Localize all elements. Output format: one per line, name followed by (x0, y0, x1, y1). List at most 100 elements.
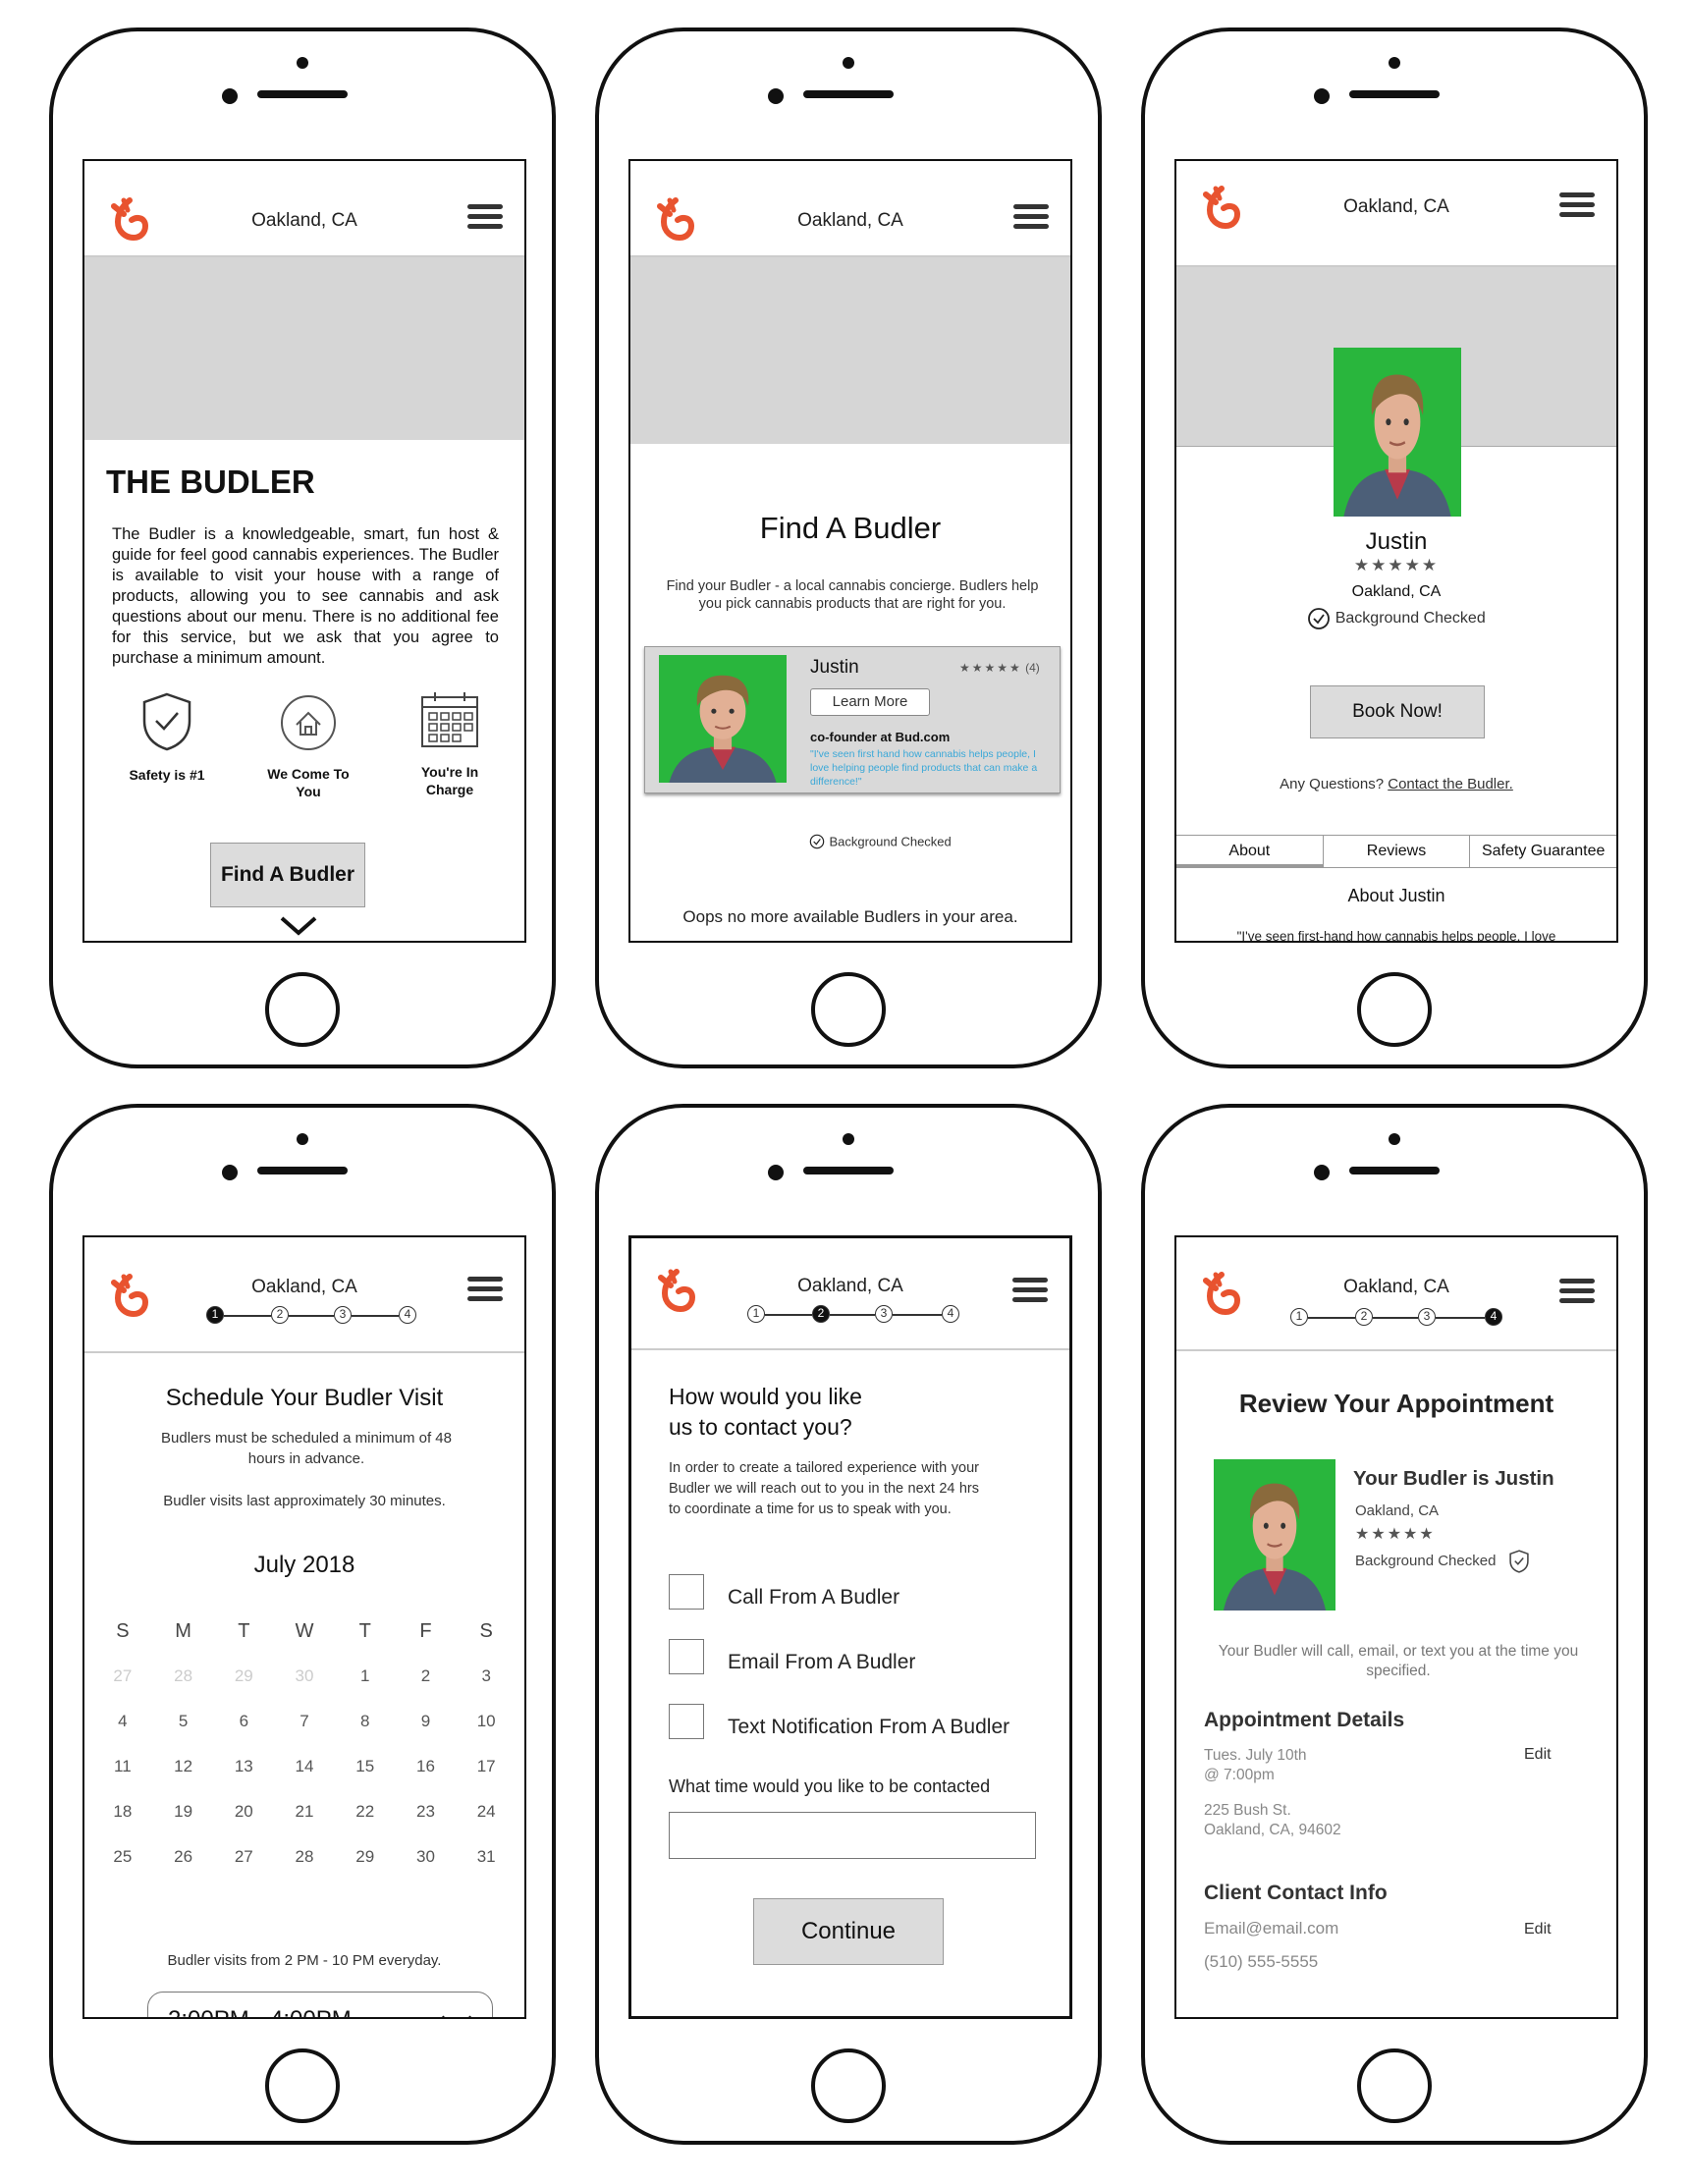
address-line: Oakland, CA, 94602 (1204, 1822, 1341, 1838)
edit-appointment-link[interactable]: Edit (1524, 1746, 1552, 1764)
sensor-dot (1314, 1165, 1330, 1180)
calendar-week: 4 5 6 7 8 9 10 (92, 1699, 517, 1744)
hamburger-menu-icon[interactable] (467, 1277, 503, 1302)
front-camera (1389, 1133, 1400, 1145)
calendar-day[interactable]: 22 (335, 1789, 396, 1834)
email-checkbox[interactable] (669, 1639, 704, 1674)
home-button[interactable] (811, 2048, 886, 2123)
calendar-day[interactable]: 28 (274, 1834, 335, 1880)
calendar-day[interactable]: 18 (92, 1789, 153, 1834)
location-label[interactable]: Oakland, CA (630, 210, 1070, 232)
calendar-day[interactable]: 29 (335, 1834, 396, 1880)
step-4: 4 (942, 1305, 959, 1323)
calendar-day: 29 (234, 1666, 253, 1685)
hamburger-menu-icon[interactable] (1012, 1278, 1048, 1303)
contact-budler-link[interactable]: Contact the Budler. (1388, 776, 1513, 792)
find-budler-button[interactable]: Find A Budler (210, 843, 365, 907)
calendar-day[interactable]: 13 (213, 1744, 274, 1789)
hamburger-menu-icon[interactable] (1013, 204, 1049, 230)
calendar-day[interactable]: 20 (213, 1789, 274, 1834)
weekday-label: F (419, 1620, 432, 1642)
calendar-grid: S M T W T F S 27 28 29 30 1 2 3 4 5 6 7 … (92, 1609, 517, 1880)
background-check-label: Background Checked (1335, 610, 1486, 627)
location-label[interactable]: Oakland, CA (631, 1276, 1069, 1297)
book-now-button[interactable]: Book Now! (1310, 685, 1485, 738)
home-button[interactable] (1357, 2048, 1432, 2123)
location-label[interactable]: Oakland, CA (1176, 1277, 1616, 1298)
calendar-day[interactable]: 16 (396, 1744, 457, 1789)
calendar-day[interactable]: 14 (274, 1744, 335, 1789)
front-camera (843, 57, 854, 69)
calendar-day[interactable]: 4 (92, 1699, 153, 1744)
calendar-day[interactable]: 2 (396, 1654, 457, 1699)
calendar-day[interactable]: 31 (456, 1834, 517, 1880)
calendar-day[interactable]: 21 (274, 1789, 335, 1834)
hamburger-menu-icon[interactable] (1559, 1279, 1595, 1304)
tab-reviews[interactable]: Reviews (1324, 836, 1471, 867)
calendar-day[interactable]: 19 (153, 1789, 214, 1834)
home-button[interactable] (1357, 972, 1432, 1047)
budler-card[interactable]: Justin ★★★★★ (4) Learn More co-founder a… (644, 646, 1061, 793)
calendar-day[interactable]: 30 (396, 1834, 457, 1880)
feature-delivery: We Come To You (240, 691, 377, 800)
continue-button[interactable]: Continue (753, 1898, 944, 1965)
calendar-day[interactable]: 23 (396, 1789, 457, 1834)
home-button[interactable] (265, 2048, 340, 2123)
calendar-day[interactable]: 24 (456, 1789, 517, 1834)
calendar-day[interactable]: 15 (335, 1744, 396, 1789)
calendar-day[interactable]: 3 (456, 1654, 517, 1699)
front-camera (297, 57, 308, 69)
home-icon (281, 695, 336, 750)
edit-contact-link[interactable]: Edit (1524, 1921, 1552, 1938)
profile-tabs: About Reviews Safety Guarantee (1176, 835, 1616, 868)
calendar-day[interactable]: 8 (335, 1699, 396, 1744)
call-option-label[interactable]: Call From A Budler (728, 1586, 899, 1610)
contact-time-input[interactable] (669, 1812, 1036, 1859)
calendar-day[interactable]: 9 (396, 1699, 457, 1744)
tab-safety-guarantee[interactable]: Safety Guarantee (1470, 836, 1616, 867)
home-screen: Oakland, CA THE BUDLER The Budler is a k… (82, 159, 526, 943)
shield-check-icon (1508, 1550, 1529, 1573)
app-header: Oakland, CA 1 2 3 4 (84, 1237, 524, 1353)
calendar-day[interactable]: 26 (153, 1834, 214, 1880)
hamburger-menu-icon[interactable] (467, 204, 503, 230)
budler-name: Justin (1365, 528, 1428, 555)
tab-about[interactable]: About (1176, 836, 1324, 867)
calendar-day[interactable]: 11 (92, 1744, 153, 1789)
calendar-day[interactable]: 7 (274, 1699, 335, 1744)
calendar-day[interactable]: 6 (213, 1699, 274, 1744)
scheduling-note: Budlers must be scheduled a minimum of 4… (161, 1430, 452, 1467)
calendar-day[interactable]: 5 (153, 1699, 214, 1744)
text-checkbox[interactable] (669, 1704, 704, 1739)
shield-check-icon (142, 692, 191, 751)
background-check-row: Background Checked (1355, 1550, 1530, 1573)
phone-frame: Oakland, CA 1 2 3 4 Schedule Your Budler… (49, 1104, 556, 2145)
home-button[interactable] (811, 972, 886, 1047)
calendar-day[interactable]: 12 (153, 1744, 214, 1789)
budler-profile-screen: Oakland, CA Justin ★★★★★ Oakland, CA Bac… (1174, 159, 1618, 943)
email-option-label[interactable]: Email From A Budler (728, 1651, 915, 1674)
call-checkbox[interactable] (669, 1574, 704, 1610)
calendar-day[interactable]: 25 (92, 1834, 153, 1880)
chevron-down-icon[interactable] (279, 915, 318, 937)
intro-paragraph: The Budler is a knowledgeable, smart, fu… (112, 525, 499, 667)
calendar-day[interactable]: 1 (335, 1654, 396, 1699)
app-header: Oakland, CA (1176, 161, 1616, 267)
home-button[interactable] (265, 972, 340, 1047)
about-text: "I've seen first-hand how cannabis helps… (1236, 929, 1556, 943)
time-select[interactable]: 2:00PM - 4:00PM (147, 1992, 493, 2017)
location-label[interactable]: Oakland, CA (84, 1277, 524, 1298)
contact-preference-screen: Oakland, CA 1 2 3 4 How would you like u… (628, 1235, 1072, 2019)
calendar-day[interactable]: 27 (213, 1834, 274, 1880)
step-2: 2 (271, 1306, 289, 1324)
appointment-date: Tues. July 10th (1204, 1747, 1307, 1764)
title-line: How would you like (669, 1384, 862, 1409)
sensor-dot (222, 88, 238, 104)
learn-more-button[interactable]: Learn More (810, 688, 930, 716)
hamburger-menu-icon[interactable] (1559, 192, 1595, 218)
location-label[interactable]: Oakland, CA (1176, 196, 1616, 218)
location-label[interactable]: Oakland, CA (84, 210, 524, 232)
calendar-day[interactable]: 17 (456, 1744, 517, 1789)
text-option-label[interactable]: Text Notification From A Budler (728, 1716, 1009, 1739)
calendar-day[interactable]: 10 (456, 1699, 517, 1744)
